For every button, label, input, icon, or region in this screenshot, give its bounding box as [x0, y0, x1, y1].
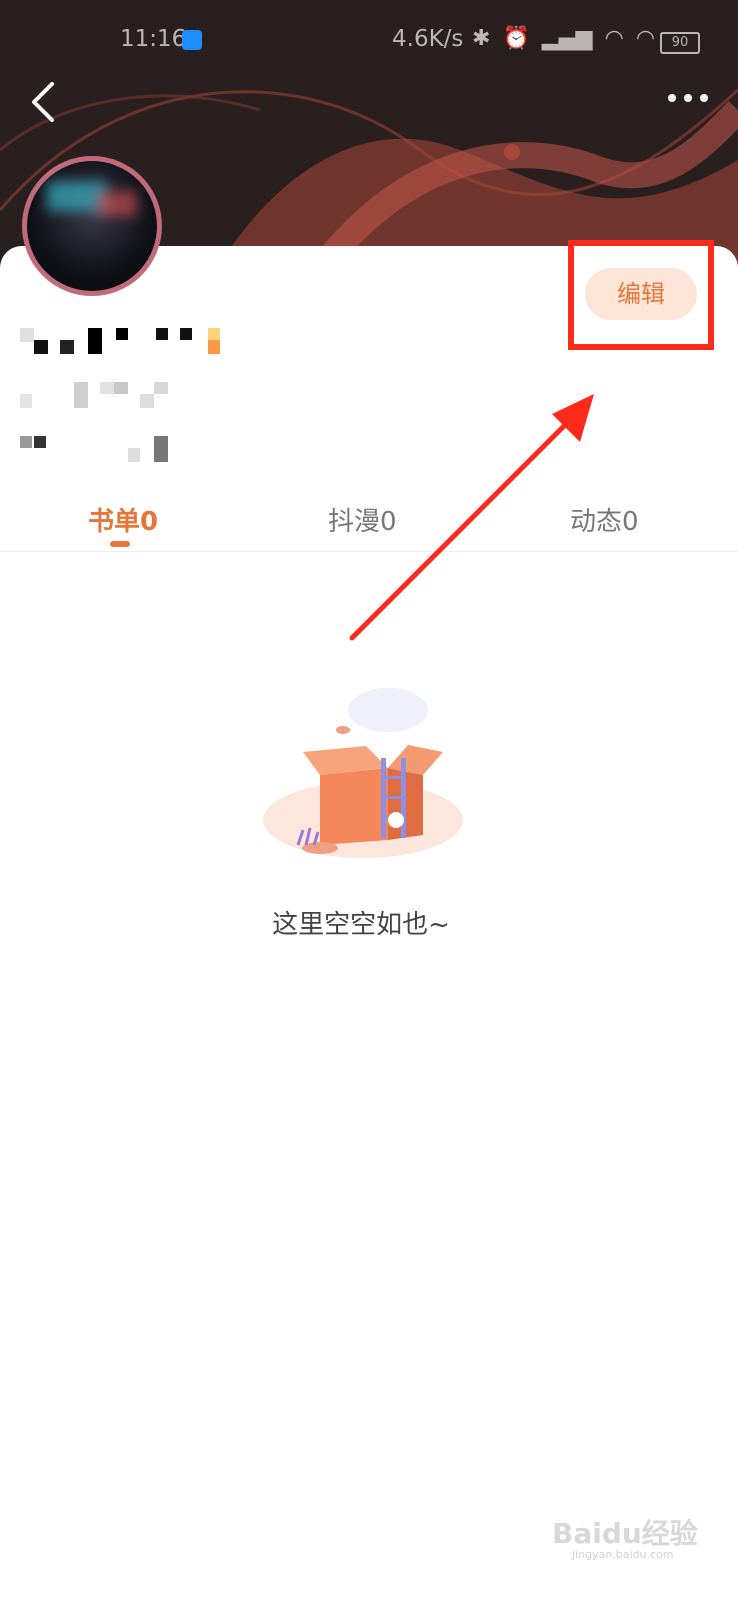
watermark-brand: Baidu经验: [552, 1517, 698, 1550]
empty-box-illustration: [263, 688, 463, 858]
watermark-url: jingyan.baidu.com: [572, 1548, 674, 1561]
empty-state-text: 这里空空如也~: [272, 910, 450, 940]
annotation-arrow: [349, 394, 594, 641]
